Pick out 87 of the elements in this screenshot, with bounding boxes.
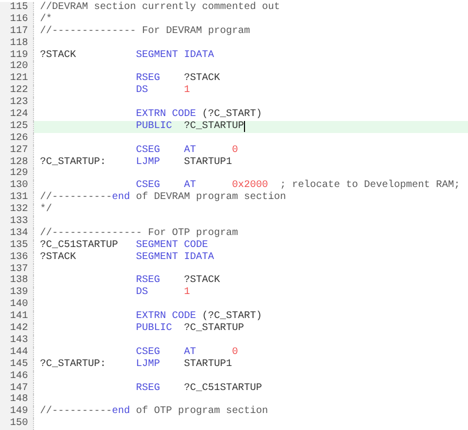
line-number: 123 <box>0 97 34 110</box>
code-token: ?STACK <box>184 275 220 286</box>
code-token: AT <box>184 144 196 156</box>
code-keyword: SEGMENT <box>136 252 178 263</box>
code-keyword: RSEG <box>136 382 160 394</box>
line-number: 115 <box>0 2 34 14</box>
code-comment: //----------end of OTP program section <box>40 406 268 418</box>
code-comment: //-------------- For DEVRAM program <box>40 26 250 38</box>
code-token: ?C_STARTUP <box>184 120 244 132</box>
code-label: ?STACK <box>40 252 76 263</box>
code-token: CODE <box>184 240 208 251</box>
code-token: ; relocate to Development RAM; <box>280 180 460 192</box>
line-number: 117 <box>0 26 34 38</box>
text-cursor <box>244 121 246 132</box>
line-number: 122 <box>0 85 34 98</box>
code-keyword: SEGMENT <box>136 50 178 61</box>
line-number: 126 <box>0 132 34 145</box>
line-number: 148 <box>0 394 34 406</box>
code-keyword: EXTRN CODE <box>136 311 196 322</box>
line-number: 138 <box>0 275 34 288</box>
line-number: 136 <box>0 252 34 264</box>
line-number: 118 <box>0 38 34 50</box>
code-token: AT <box>184 180 196 192</box>
line-number: 116 <box>0 14 34 26</box>
line-number: 135 <box>0 240 34 252</box>
code-keyword: RSEG <box>136 73 160 84</box>
line-number: 124 <box>0 109 34 121</box>
code-comment: /* <box>40 14 52 26</box>
code-comment: //--------------- For OTP program <box>40 228 238 240</box>
line-number: 121 <box>0 73 34 86</box>
line-number: 141 <box>0 311 34 324</box>
code-token: (?C_START) <box>202 109 262 120</box>
code-keyword: CSEG <box>136 346 160 358</box>
line-number: 131 <box>0 192 34 204</box>
code-token: 0 <box>232 346 238 358</box>
code-label: ?C_C51STARTUP <box>40 240 118 251</box>
line-number: 129 <box>0 168 34 180</box>
code-token: ?C_STARTUP <box>184 323 244 334</box>
code-keyword: DS <box>136 85 148 96</box>
line-number: 149 <box>0 406 34 418</box>
code-keyword: CSEG <box>136 144 160 156</box>
code-comment: //DEVRAM section currently commented out <box>40 2 280 14</box>
code-token: STARTUP1 <box>184 156 232 168</box>
code-keyword: LJMP <box>136 358 160 370</box>
line-number: 145 <box>0 358 34 371</box>
line-number: 120 <box>0 61 34 74</box>
code-keyword: EXTRN CODE <box>136 109 196 120</box>
line-number: 127 <box>0 144 34 157</box>
line-number: 143 <box>0 334 34 347</box>
code-token: 1 <box>184 85 190 96</box>
code-token: STARTUP1 <box>184 358 232 370</box>
code-keyword: DS <box>136 287 148 298</box>
code-label: ?C_STARTUP: <box>40 358 106 370</box>
line-number: 132 <box>0 204 34 216</box>
line-number: 146 <box>0 370 34 382</box>
line-number: 144 <box>0 346 34 359</box>
code-token: 1 <box>184 287 190 298</box>
line-number: 130 <box>0 180 34 192</box>
code-comment: */ <box>40 204 52 216</box>
code-label: ?C_STARTUP: <box>40 156 106 168</box>
line-number: 140 <box>0 299 34 312</box>
code-keyword: SEGMENT <box>136 240 178 251</box>
code-token: IDATA <box>184 50 214 61</box>
code-token: 0 <box>232 144 238 156</box>
line-number: 137 <box>0 264 34 276</box>
code-token: IDATA <box>184 252 214 263</box>
code-keyword: CSEG <box>136 180 160 192</box>
code-keyword: RSEG <box>136 275 160 286</box>
line-number: 134 <box>0 228 34 240</box>
code-keyword: LJMP <box>136 156 160 168</box>
code-label: ?STACK <box>40 50 76 61</box>
line-number: 119 <box>0 50 34 62</box>
code-token: AT <box>184 346 196 358</box>
code-keyword: PUBLIC <box>136 120 172 132</box>
line-number: 147 <box>0 382 34 394</box>
code-comment: //----------end of DEVRAM program section <box>40 192 286 204</box>
line-number: 133 <box>0 216 34 228</box>
code-token: (?C_START) <box>202 311 262 322</box>
code-token: 0x2000 <box>232 180 268 192</box>
code-token: ?STACK <box>184 73 220 84</box>
line-number: 142 <box>0 323 34 335</box>
code-keyword: PUBLIC <box>136 323 172 334</box>
line-number: 150 <box>0 418 34 430</box>
line-number: 125 <box>0 120 34 133</box>
line-number: 139 <box>0 287 34 300</box>
code-token: ?C_C51STARTUP <box>184 382 262 394</box>
line-number: 128 <box>0 156 34 168</box>
